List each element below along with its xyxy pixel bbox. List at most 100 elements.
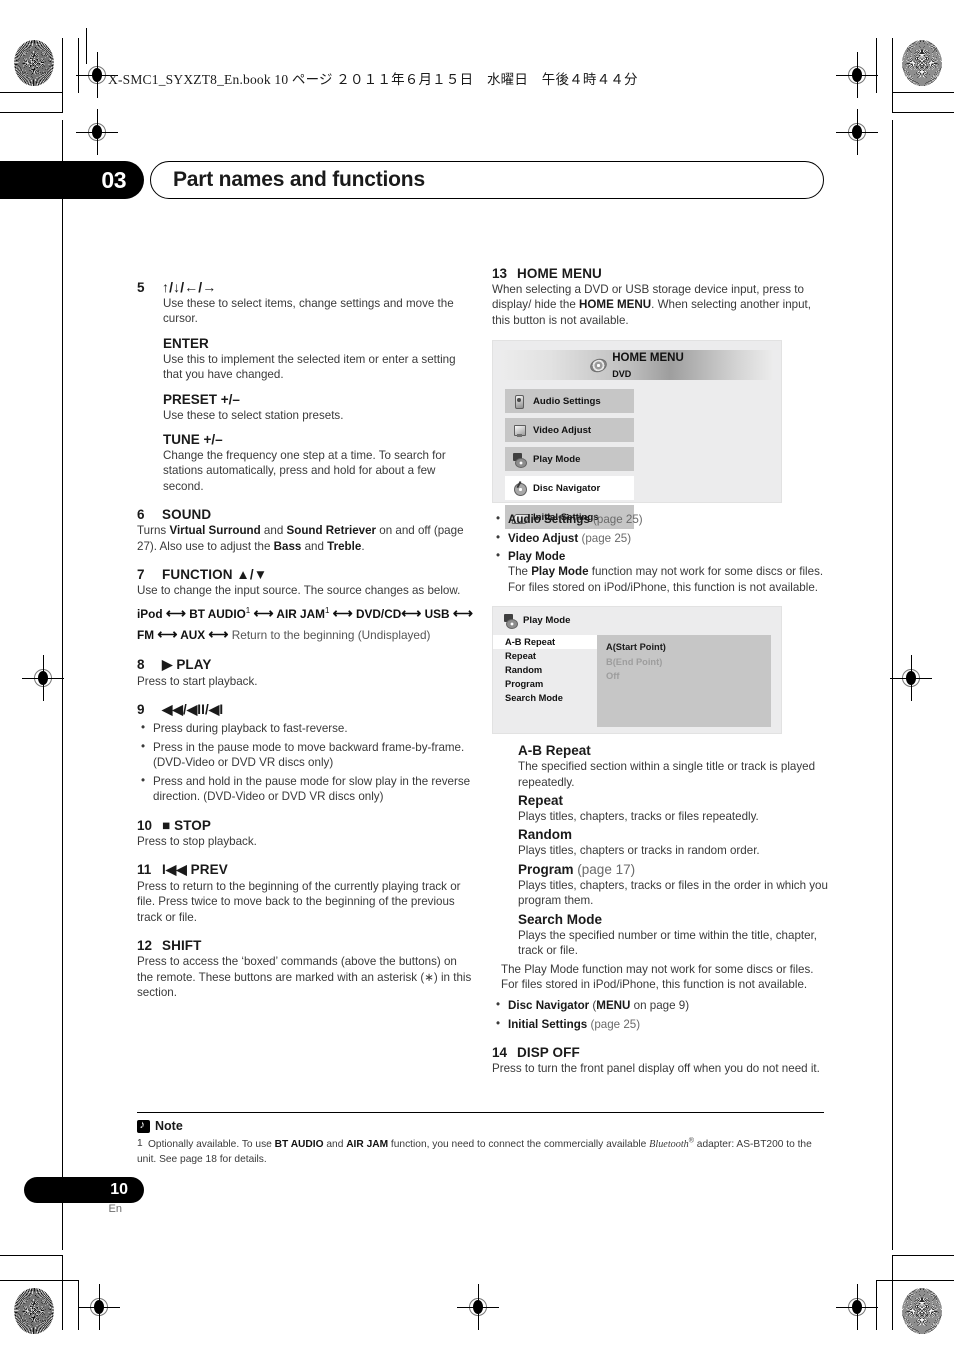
play-mode-row-label: A-B Repeat <box>505 637 556 648</box>
tune-desc: Change the frequency one step at a time.… <box>163 449 446 493</box>
crop-rule-top-left-v1 <box>62 38 64 113</box>
page-number-badge: 10 <box>24 1177 144 1203</box>
page-title: Part names and functions <box>173 168 425 191</box>
play-mode-detail-panel: A(Start Point) B(End Point) Off <box>597 635 771 728</box>
program-page-ref: (page 17) <box>577 861 636 877</box>
play-mode-figure-header: Play Mode <box>493 613 781 630</box>
crop-rule-bottom-right-h1 <box>892 1255 954 1257</box>
menu-tile-audio-settings[interactable]: Audio Settings <box>505 389 634 414</box>
item-5: 5 ↑/↓/←/→ Use these to select items, cha… <box>137 279 475 494</box>
item-14-number: 14 <box>492 1045 508 1061</box>
item-7-number: 7 <box>137 567 145 583</box>
item-6: 6 SOUND Turns Virtual Surround and Sound… <box>137 507 475 554</box>
crop-rule-bottom-left-v <box>62 1255 64 1330</box>
item-11-label: I◀◀ PREV <box>162 861 228 877</box>
chain-tail: Return to the beginning (Undisplayed) <box>231 627 431 642</box>
play-mode-option-a-start[interactable]: A(Start Point) <box>606 640 771 654</box>
play-mode-row-label: Random <box>505 665 543 676</box>
repeat-desc: Plays titles, chapters, tracks or files … <box>518 810 759 824</box>
crop-rule-top-right-h1 <box>892 92 954 94</box>
crop-rule-top-center-v <box>86 28 88 64</box>
item-13-number: 13 <box>492 266 508 281</box>
repeat-heading: Repeat <box>518 793 564 809</box>
home-menu-subtitle: DVD <box>612 369 632 380</box>
item-12-number: 12 <box>137 938 153 954</box>
home-menu-item-list: Audio Settings (page 25) Video Adjust (p… <box>492 511 830 595</box>
list-item-play-mode: Play ModeThe Play Mode function may not … <box>492 548 830 595</box>
item-13-heading: 13 HOME MENU <box>492 266 830 281</box>
menu-tile-video-adjust[interactable]: Video Adjust <box>505 418 634 443</box>
page-language: En <box>108 1203 122 1215</box>
right-column: 13 HOME MENU When selecting a DVD or USB… <box>492 266 830 1077</box>
play-mode-closing-note: The Play Mode function may not work for … <box>501 962 814 991</box>
note-divider <box>137 1112 824 1114</box>
play-mode-option-off[interactable]: Off <box>606 669 771 683</box>
registration-target-bottom-right <box>836 1284 878 1330</box>
menu-tile-label: Play Mode <box>533 453 581 465</box>
registration-target-top-right <box>836 52 878 98</box>
list-item: Press and hold in the pause mode for slo… <box>137 773 475 805</box>
item-6-heading: 6 SOUND <box>137 507 475 522</box>
crop-rule-mid-left <box>62 120 64 1250</box>
monitor-icon <box>512 423 527 438</box>
play-mode-row-program[interactable]: Program <box>493 677 597 691</box>
play-mode-row-search-mode[interactable]: Search Mode <box>493 691 597 705</box>
list-item-video-adjust: Video Adjust (page 25) <box>492 530 830 546</box>
item-14-heading: 14 DISP OFF <box>492 1045 830 1060</box>
item-12-label: SHIFT <box>162 938 202 954</box>
chapter-number-tab: 03 <box>0 161 144 199</box>
item-14: 14 DISP OFF Press to turn the front pane… <box>492 1045 830 1076</box>
registration-rosette-top-right <box>902 40 942 86</box>
note-heading-label: Note <box>155 1119 183 1133</box>
enter-heading: ENTER <box>163 335 209 351</box>
item-5-label: ↑/↓/←/→ <box>162 279 217 295</box>
home-menu-item-list-2: Disc Navigator (MENU on page 9) Initial … <box>492 997 830 1032</box>
item-10-label: ■ STOP <box>162 817 212 833</box>
item-14-desc: Press to turn the front panel display of… <box>492 1062 820 1076</box>
item-6-desc: Turns Virtual Surround and Sound Retriev… <box>137 524 464 553</box>
item-12: 12 SHIFT Press to access the ‘boxed’ com… <box>137 938 475 1000</box>
item-6-number: 6 <box>137 507 145 523</box>
item-7: 7 FUNCTION ▲/▼ Use to change the input s… <box>137 567 475 644</box>
menu-tile-disc-navigator[interactable]: Disc Navigator <box>505 476 634 501</box>
registration-target-top-left-lower <box>76 109 118 155</box>
item-13-label: HOME MENU <box>517 266 602 281</box>
play-mode-row-repeat[interactable]: Repeat <box>493 649 597 663</box>
item-13-desc: When selecting a DVD or USB storage devi… <box>492 283 811 327</box>
note-icon <box>137 1119 150 1133</box>
play-mode-row-ab-repeat[interactable]: A-B Repeat <box>493 635 597 650</box>
item-11-heading: 11 I◀◀ PREV <box>137 862 475 878</box>
item-10-heading: 10 ■ STOP <box>137 818 475 833</box>
play-mode-option-b-end[interactable]: B(End Point) <box>606 655 771 669</box>
registration-target-bottom-left <box>78 1284 120 1330</box>
play-mode-figure: Play Mode A-B Repeat Repeat Random Progr… <box>492 606 782 735</box>
registration-rosette-top-left <box>14 40 54 86</box>
note-heading: Note <box>137 1119 183 1133</box>
play-mode-row-label: Search Mode <box>505 693 563 704</box>
enter-desc: Use this to implement the selected item … <box>163 352 456 382</box>
chapter-title-box: Part names and functions <box>150 161 824 199</box>
play-mode-figure-title: Play Mode <box>523 615 571 627</box>
registration-rosette-bottom-right <box>902 1288 942 1334</box>
play-mode-icon <box>503 613 518 630</box>
list-item-initial-settings: Initial Settings (page 25) <box>492 1016 830 1032</box>
left-column: 5 ↑/↓/←/→ Use these to select items, cha… <box>137 266 475 1000</box>
item-10-number: 10 <box>137 817 153 833</box>
book-header-text: X-SMC1_SYXZT8_En.book 10 ページ ２０１１年６月１５日 … <box>108 72 638 87</box>
tune-heading: TUNE +/– <box>163 432 223 448</box>
menu-tile-play-mode[interactable]: Play Mode <box>505 447 634 472</box>
crop-rule-top-left-h2 <box>0 112 62 114</box>
item-7-label: FUNCTION ▲/▼ <box>162 567 268 583</box>
program-heading-label: Program <box>518 861 574 877</box>
random-heading: Random <box>518 827 572 843</box>
crop-rule-bottom-right-h2 <box>876 1280 954 1282</box>
item-9: 9 ◀◀/◀II/◀I Press during playback to fas… <box>137 702 475 804</box>
play-mode-row-random[interactable]: Random <box>493 663 597 677</box>
item-5-heading: 5 ↑/↓/←/→ <box>137 279 475 295</box>
menu-tile-label: Video Adjust <box>533 424 592 436</box>
note-body: 1 Optionally available. To use BT AUDIO … <box>137 1137 827 1167</box>
speaker-icon <box>512 394 527 409</box>
crop-rule-top-right-v1 <box>892 38 894 113</box>
crop-rule-bottom-right-v2 <box>876 1280 878 1330</box>
item-9-heading: 9 ◀◀/◀II/◀I <box>137 702 475 718</box>
